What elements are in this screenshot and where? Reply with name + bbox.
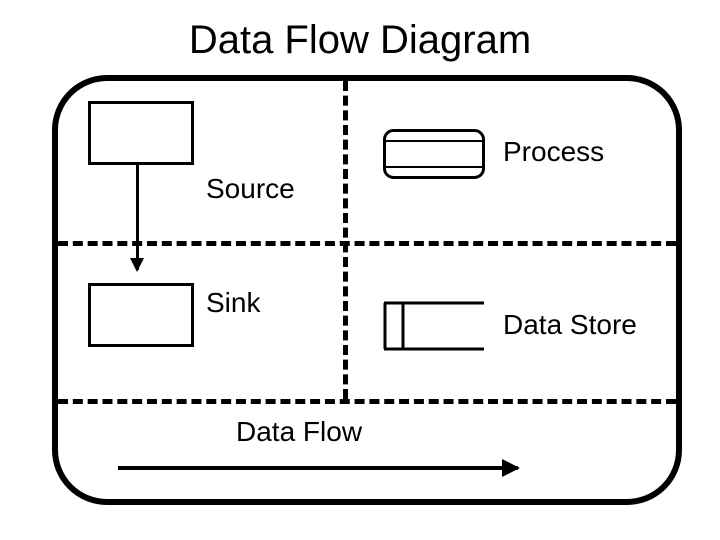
arrow-source-to-sink [136, 163, 139, 270]
process-label: Process [503, 136, 604, 168]
horizontal-divider-2 [58, 399, 676, 404]
source-shape [88, 101, 194, 165]
process-shape [383, 129, 485, 179]
diagram-frame: Source Process Sink Data Store Data Flow [52, 75, 682, 505]
sink-label: Sink [206, 287, 260, 319]
page-title: Data Flow Diagram [0, 18, 720, 63]
data-store-label: Data Store [503, 309, 637, 341]
horizontal-divider-1 [58, 241, 676, 246]
data-flow-label: Data Flow [236, 416, 362, 448]
vertical-divider [343, 81, 348, 399]
source-label: Source [206, 173, 295, 205]
data-flow-arrow [118, 466, 518, 470]
data-store-shape [383, 301, 485, 351]
sink-shape [88, 283, 194, 347]
